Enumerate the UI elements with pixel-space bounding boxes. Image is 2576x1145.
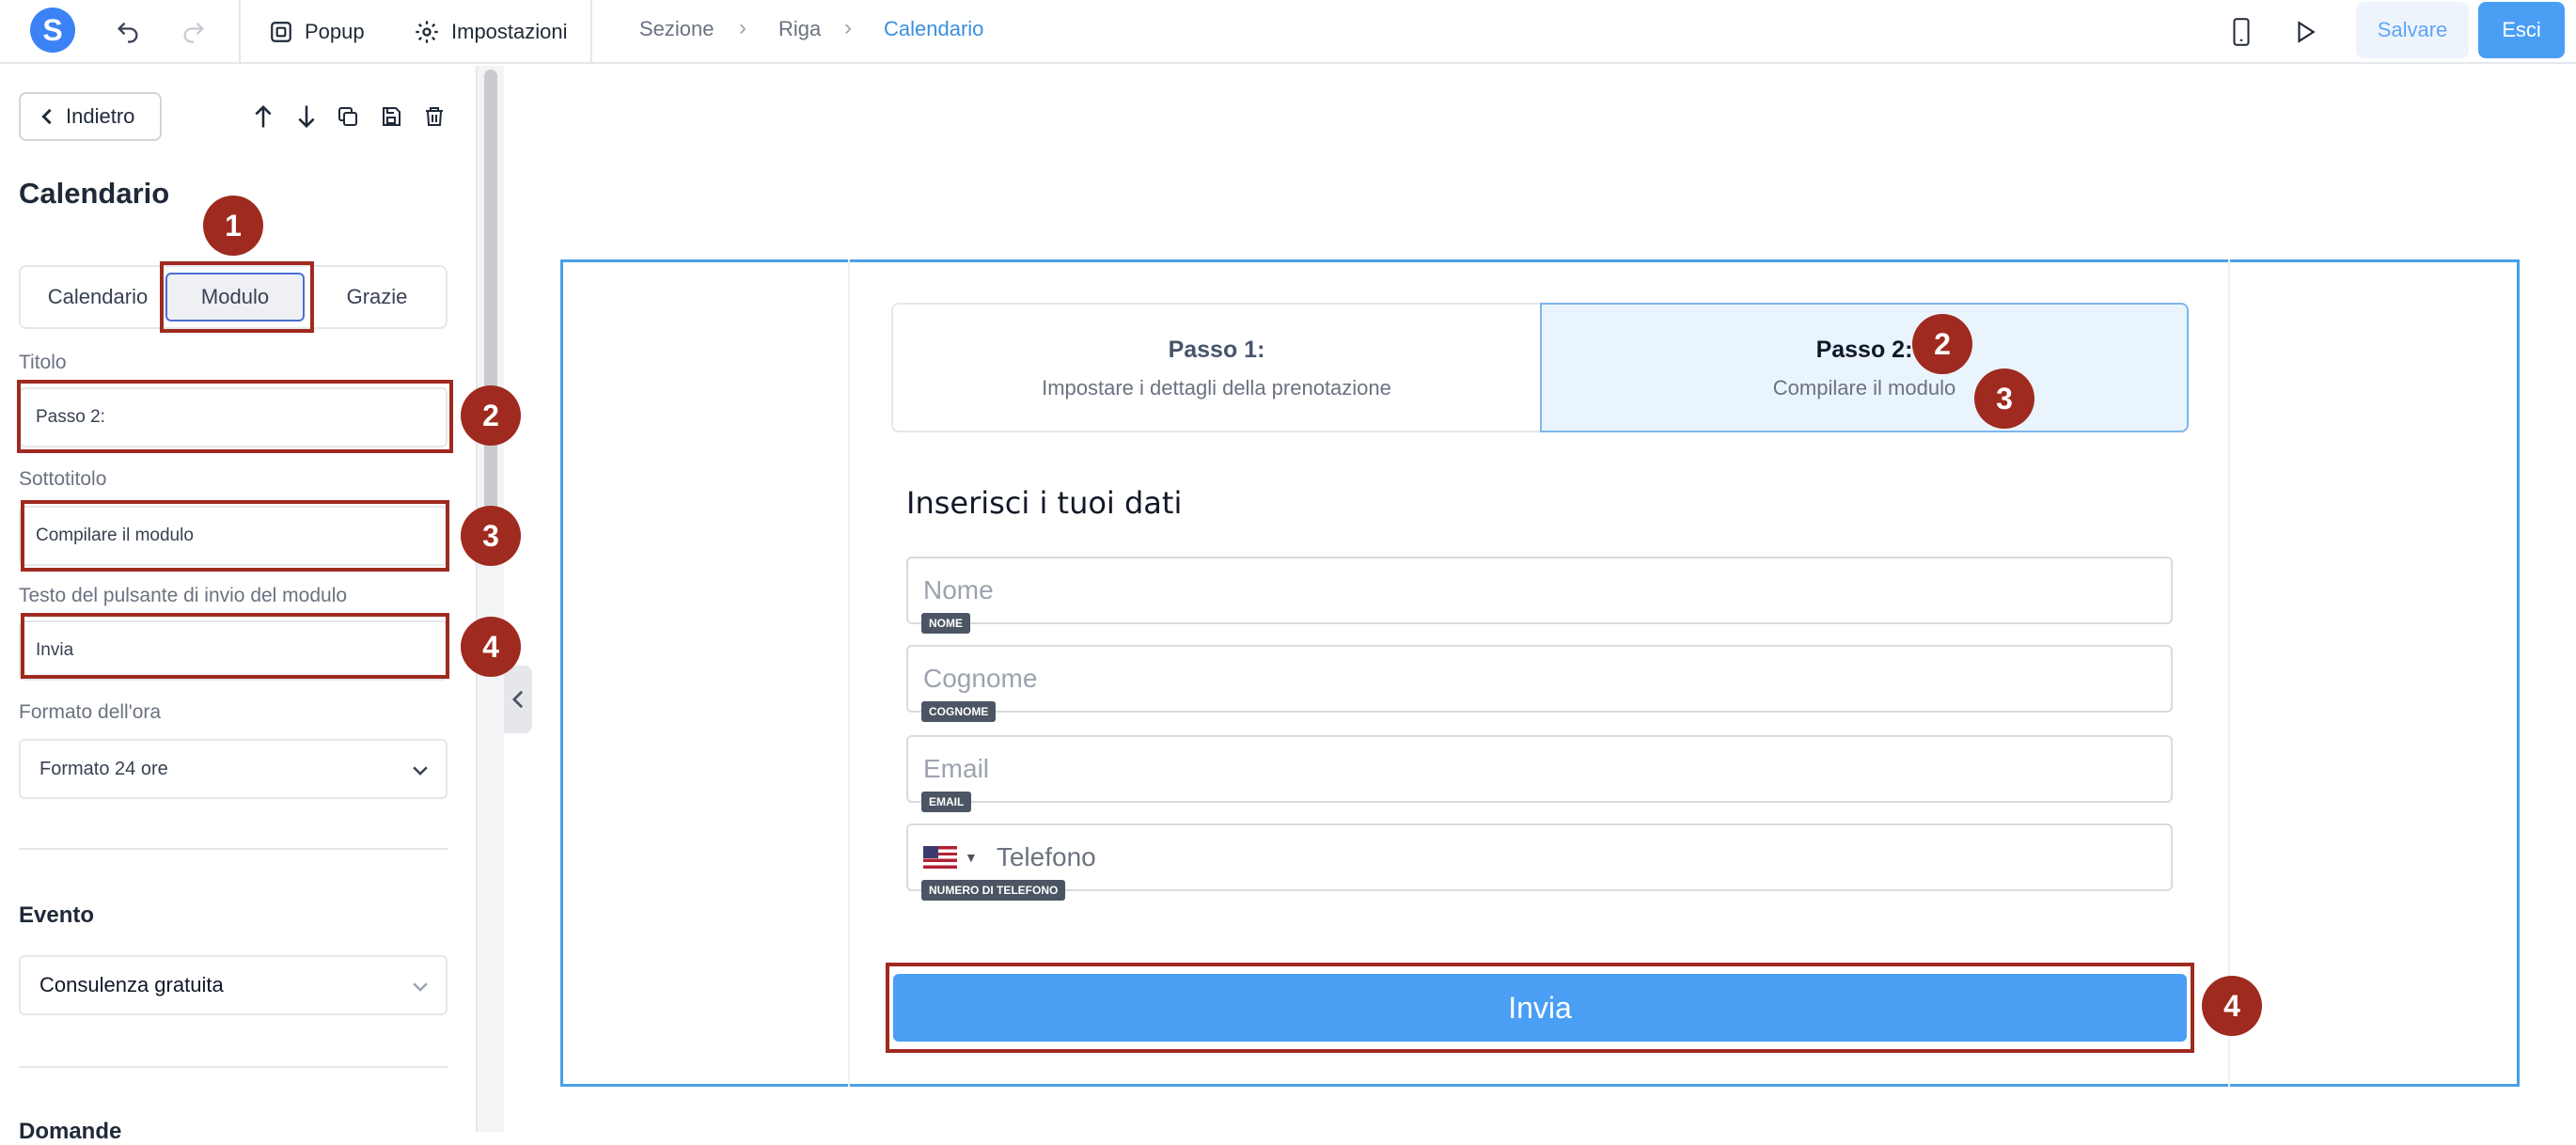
- tab-grazie[interactable]: Grazie: [308, 267, 446, 327]
- highlight-box-tab: [160, 261, 314, 333]
- annotation-badge-4: 4: [461, 617, 521, 677]
- gear-icon: [416, 21, 438, 43]
- step-1[interactable]: Passo 1: Impostare i dettagli della pren…: [893, 305, 1540, 431]
- tab-calendario[interactable]: Calendario: [26, 267, 169, 327]
- settings-button[interactable]: Impostazioni: [414, 13, 568, 51]
- first-name-tag: NOME: [921, 613, 970, 634]
- section-divider: [19, 1066, 448, 1068]
- highlight-box-submit-text: [21, 613, 449, 679]
- event-section-title: Evento: [19, 902, 95, 928]
- toolbar-divider: [590, 0, 592, 64]
- breadcrumb-riga[interactable]: Riga: [778, 17, 821, 41]
- annotation-badge-1: 1: [203, 196, 263, 256]
- sidebar-scrollbar-thumb[interactable]: [484, 70, 497, 558]
- annotation-badge-2-preview: 2: [1912, 314, 1972, 374]
- step-1-subtitle: Impostare i dettagli della prenotazione: [1042, 376, 1391, 400]
- phone-tag: NUMERO DI TELEFONO: [921, 880, 1066, 901]
- chevron-left-icon: [41, 108, 52, 125]
- annotation-badge-3: 3: [461, 506, 521, 566]
- top-toolbar: S Popup Impostazioni Sezione › Riga › Ca…: [0, 0, 2576, 64]
- subtitle-label: Sottotitolo: [19, 468, 107, 490]
- highlight-box-subtitle: [21, 500, 449, 572]
- phone-input[interactable]: ▼ Telefono: [906, 823, 2173, 891]
- app-logo[interactable]: S: [30, 8, 75, 53]
- popup-icon: [271, 22, 291, 42]
- event-select[interactable]: Consulenza gratuita: [19, 955, 448, 1015]
- chevron-down-icon: [413, 982, 428, 992]
- step-2-title: Passo 2:: [1815, 337, 1913, 363]
- caret-down-icon[interactable]: ▼: [965, 850, 978, 865]
- play-preview-icon[interactable]: [2286, 13, 2324, 51]
- time-format-label: Formato dell'ora: [19, 701, 162, 723]
- time-format-select[interactable]: Formato 24 ore: [19, 739, 448, 799]
- breadcrumb-sezione[interactable]: Sezione: [639, 17, 715, 41]
- trash-icon[interactable]: [417, 98, 451, 135]
- popup-label: Popup: [305, 20, 365, 43]
- highlight-box-title: [17, 380, 453, 453]
- back-label: Indietro: [66, 104, 135, 128]
- title-label: Titolo: [19, 352, 67, 373]
- phone-placeholder: Telefono: [996, 842, 1096, 871]
- annotation-badge-3-preview: 3: [1974, 369, 2034, 429]
- questions-section-title: Domande: [19, 1119, 122, 1144]
- sidebar-title: Calendario: [19, 177, 170, 210]
- step-2[interactable]: Passo 2: Compilare il modulo: [1540, 303, 2189, 432]
- last-name-tag: COGNOME: [921, 701, 997, 722]
- form-heading: Inserisci i tuoi dati: [906, 485, 1183, 521]
- save-block-icon[interactable]: [374, 98, 408, 135]
- us-flag-icon[interactable]: [923, 846, 957, 869]
- toolbar-divider: [239, 0, 241, 64]
- collapse-sidebar-button[interactable]: [504, 666, 532, 733]
- move-down-icon[interactable]: [290, 98, 323, 135]
- mobile-preview-icon[interactable]: [2223, 13, 2260, 51]
- undo-icon[interactable]: [109, 13, 147, 51]
- exit-button[interactable]: Esci: [2478, 2, 2565, 58]
- back-button[interactable]: Indietro: [19, 92, 162, 141]
- highlight-box-submit-button: [886, 963, 2194, 1053]
- submit-text-label: Testo del pulsante di invio del modulo: [19, 585, 348, 606]
- last-name-input[interactable]: Cognome: [906, 645, 2173, 713]
- time-format-value: Formato 24 ore: [39, 758, 168, 779]
- move-up-icon[interactable]: [246, 98, 280, 135]
- email-input[interactable]: Email: [906, 735, 2173, 803]
- settings-label: Impostazioni: [451, 20, 568, 43]
- step-1-title: Passo 1:: [1168, 337, 1265, 363]
- annotation-badge-4-preview: 4: [2202, 976, 2262, 1036]
- breadcrumb-calendario: Calendario: [884, 17, 984, 40]
- popup-button[interactable]: Popup: [269, 13, 365, 51]
- chevron-left-icon: [511, 690, 524, 709]
- save-button[interactable]: Salvare: [2356, 2, 2469, 58]
- first-name-input[interactable]: Nome: [906, 557, 2173, 624]
- breadcrumb-chevron-icon: ›: [844, 15, 852, 40]
- event-value: Consulenza gratuita: [39, 973, 224, 996]
- chevron-down-icon: [413, 766, 428, 776]
- annotation-badge-2: 2: [461, 385, 521, 446]
- step-2-subtitle: Compilare il modulo: [1772, 376, 1956, 400]
- section-divider: [19, 848, 448, 850]
- breadcrumb-chevron-icon: ›: [739, 15, 746, 40]
- redo-icon[interactable]: [175, 13, 212, 51]
- duplicate-icon[interactable]: [331, 98, 365, 135]
- email-tag: EMAIL: [921, 792, 972, 812]
